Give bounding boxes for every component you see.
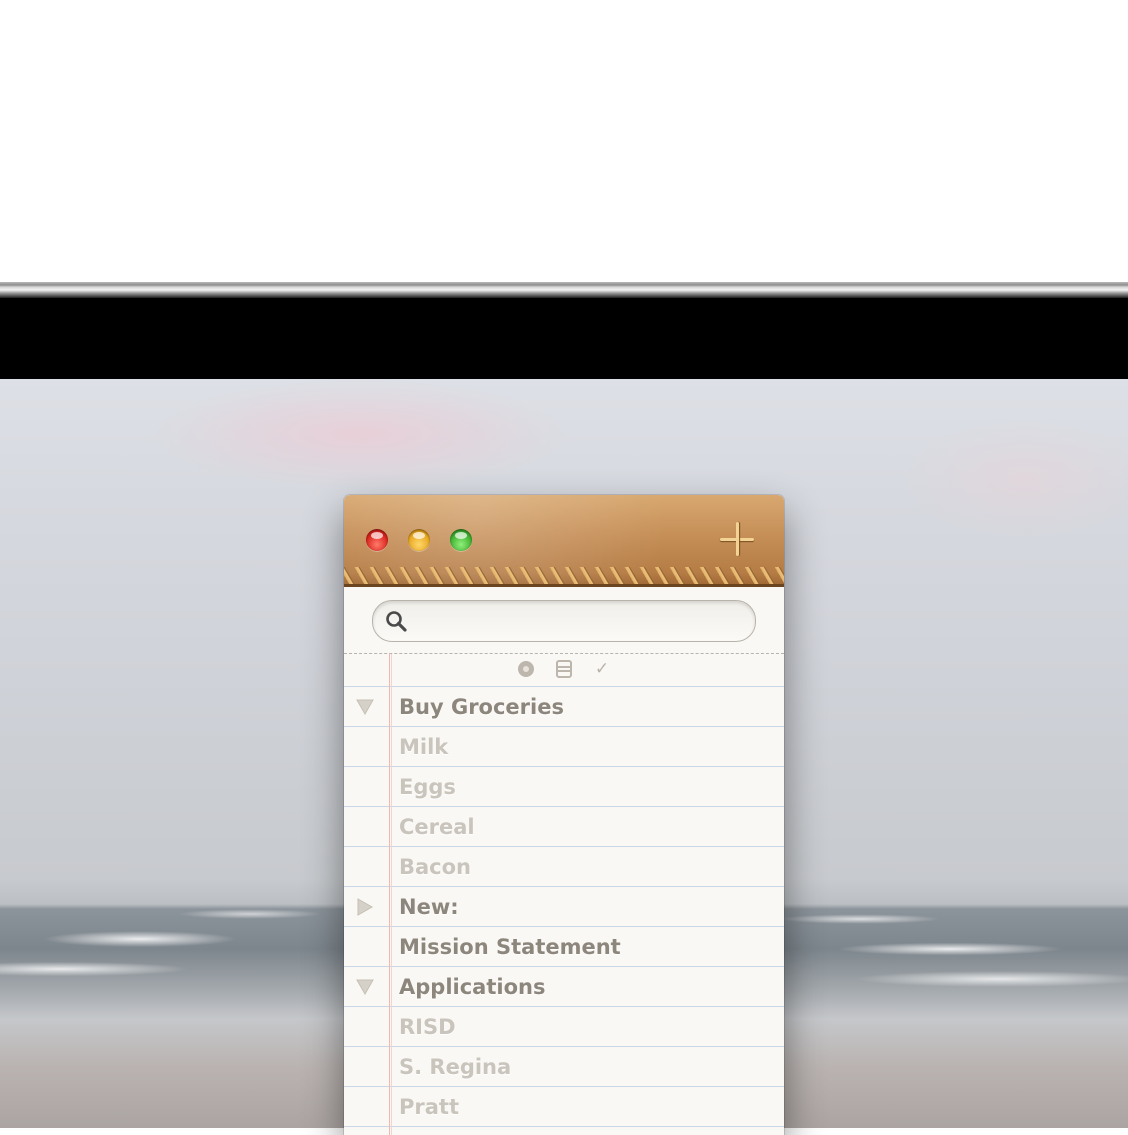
list-item-label: Cereal: [399, 815, 475, 839]
list-item-label: Applications: [399, 975, 546, 999]
list-item-label: Buy Groceries: [399, 695, 564, 719]
disclosure-down-icon[interactable]: [356, 698, 374, 716]
display-bezel: [0, 298, 1128, 379]
list-item-label: Mission Statement: [399, 935, 621, 959]
list-item-parent[interactable]: Applications: [344, 968, 784, 1008]
list-item-parent[interactable]: New:: [344, 888, 784, 928]
list-item-label: New:: [399, 895, 459, 919]
list-item[interactable]: Milk: [344, 728, 784, 768]
leather-titlebar[interactable]: [344, 495, 784, 587]
list-item-label: Pratt: [399, 1095, 459, 1119]
list-item[interactable]: Bacon: [344, 848, 784, 888]
close-icon[interactable]: [366, 529, 388, 551]
list-item[interactable]: Cereal: [344, 808, 784, 848]
view-toolbar: ✓: [516, 659, 616, 683]
list-item-parent[interactable]: Buy Groceries: [344, 688, 784, 728]
search-area: [344, 587, 784, 653]
list-icon[interactable]: [554, 659, 574, 679]
list-item-label: RISD: [399, 1015, 456, 1039]
disclosure-right-icon[interactable]: [356, 898, 374, 916]
display-bezel-top: [0, 282, 1128, 298]
plus-icon-bar-v: [736, 522, 739, 556]
sky-glow: [150, 379, 570, 489]
search-icon: [386, 611, 407, 632]
checkmark-icon[interactable]: ✓: [592, 659, 612, 679]
list-item-parent[interactable]: Mission Statement: [344, 928, 784, 968]
minimize-icon[interactable]: [408, 529, 430, 551]
search-input[interactable]: [415, 607, 744, 635]
disclosure-down-icon[interactable]: [356, 978, 374, 996]
sky-glow-2: [900, 419, 1128, 539]
list-item-label: S. Regina: [399, 1055, 512, 1079]
list-item[interactable]: S. Regina: [344, 1048, 784, 1088]
list-item[interactable]: Eggs: [344, 768, 784, 808]
search-field[interactable]: [372, 600, 756, 642]
notes-window: ✓ Buy Groceries Milk Eggs Cereal Bacon New: Mi…: [344, 495, 784, 1135]
list-item-label: Milk: [399, 735, 449, 759]
list-item-label: Bacon: [399, 855, 472, 879]
stitching: [344, 567, 784, 585]
list-item-label: Eggs: [399, 775, 456, 799]
list-item[interactable]: RISD: [344, 1008, 784, 1048]
plus-icon[interactable]: [720, 522, 754, 556]
list-item[interactable]: Pratt: [344, 1088, 784, 1128]
circle-icon[interactable]: [516, 659, 536, 679]
zoom-icon[interactable]: [450, 529, 472, 551]
